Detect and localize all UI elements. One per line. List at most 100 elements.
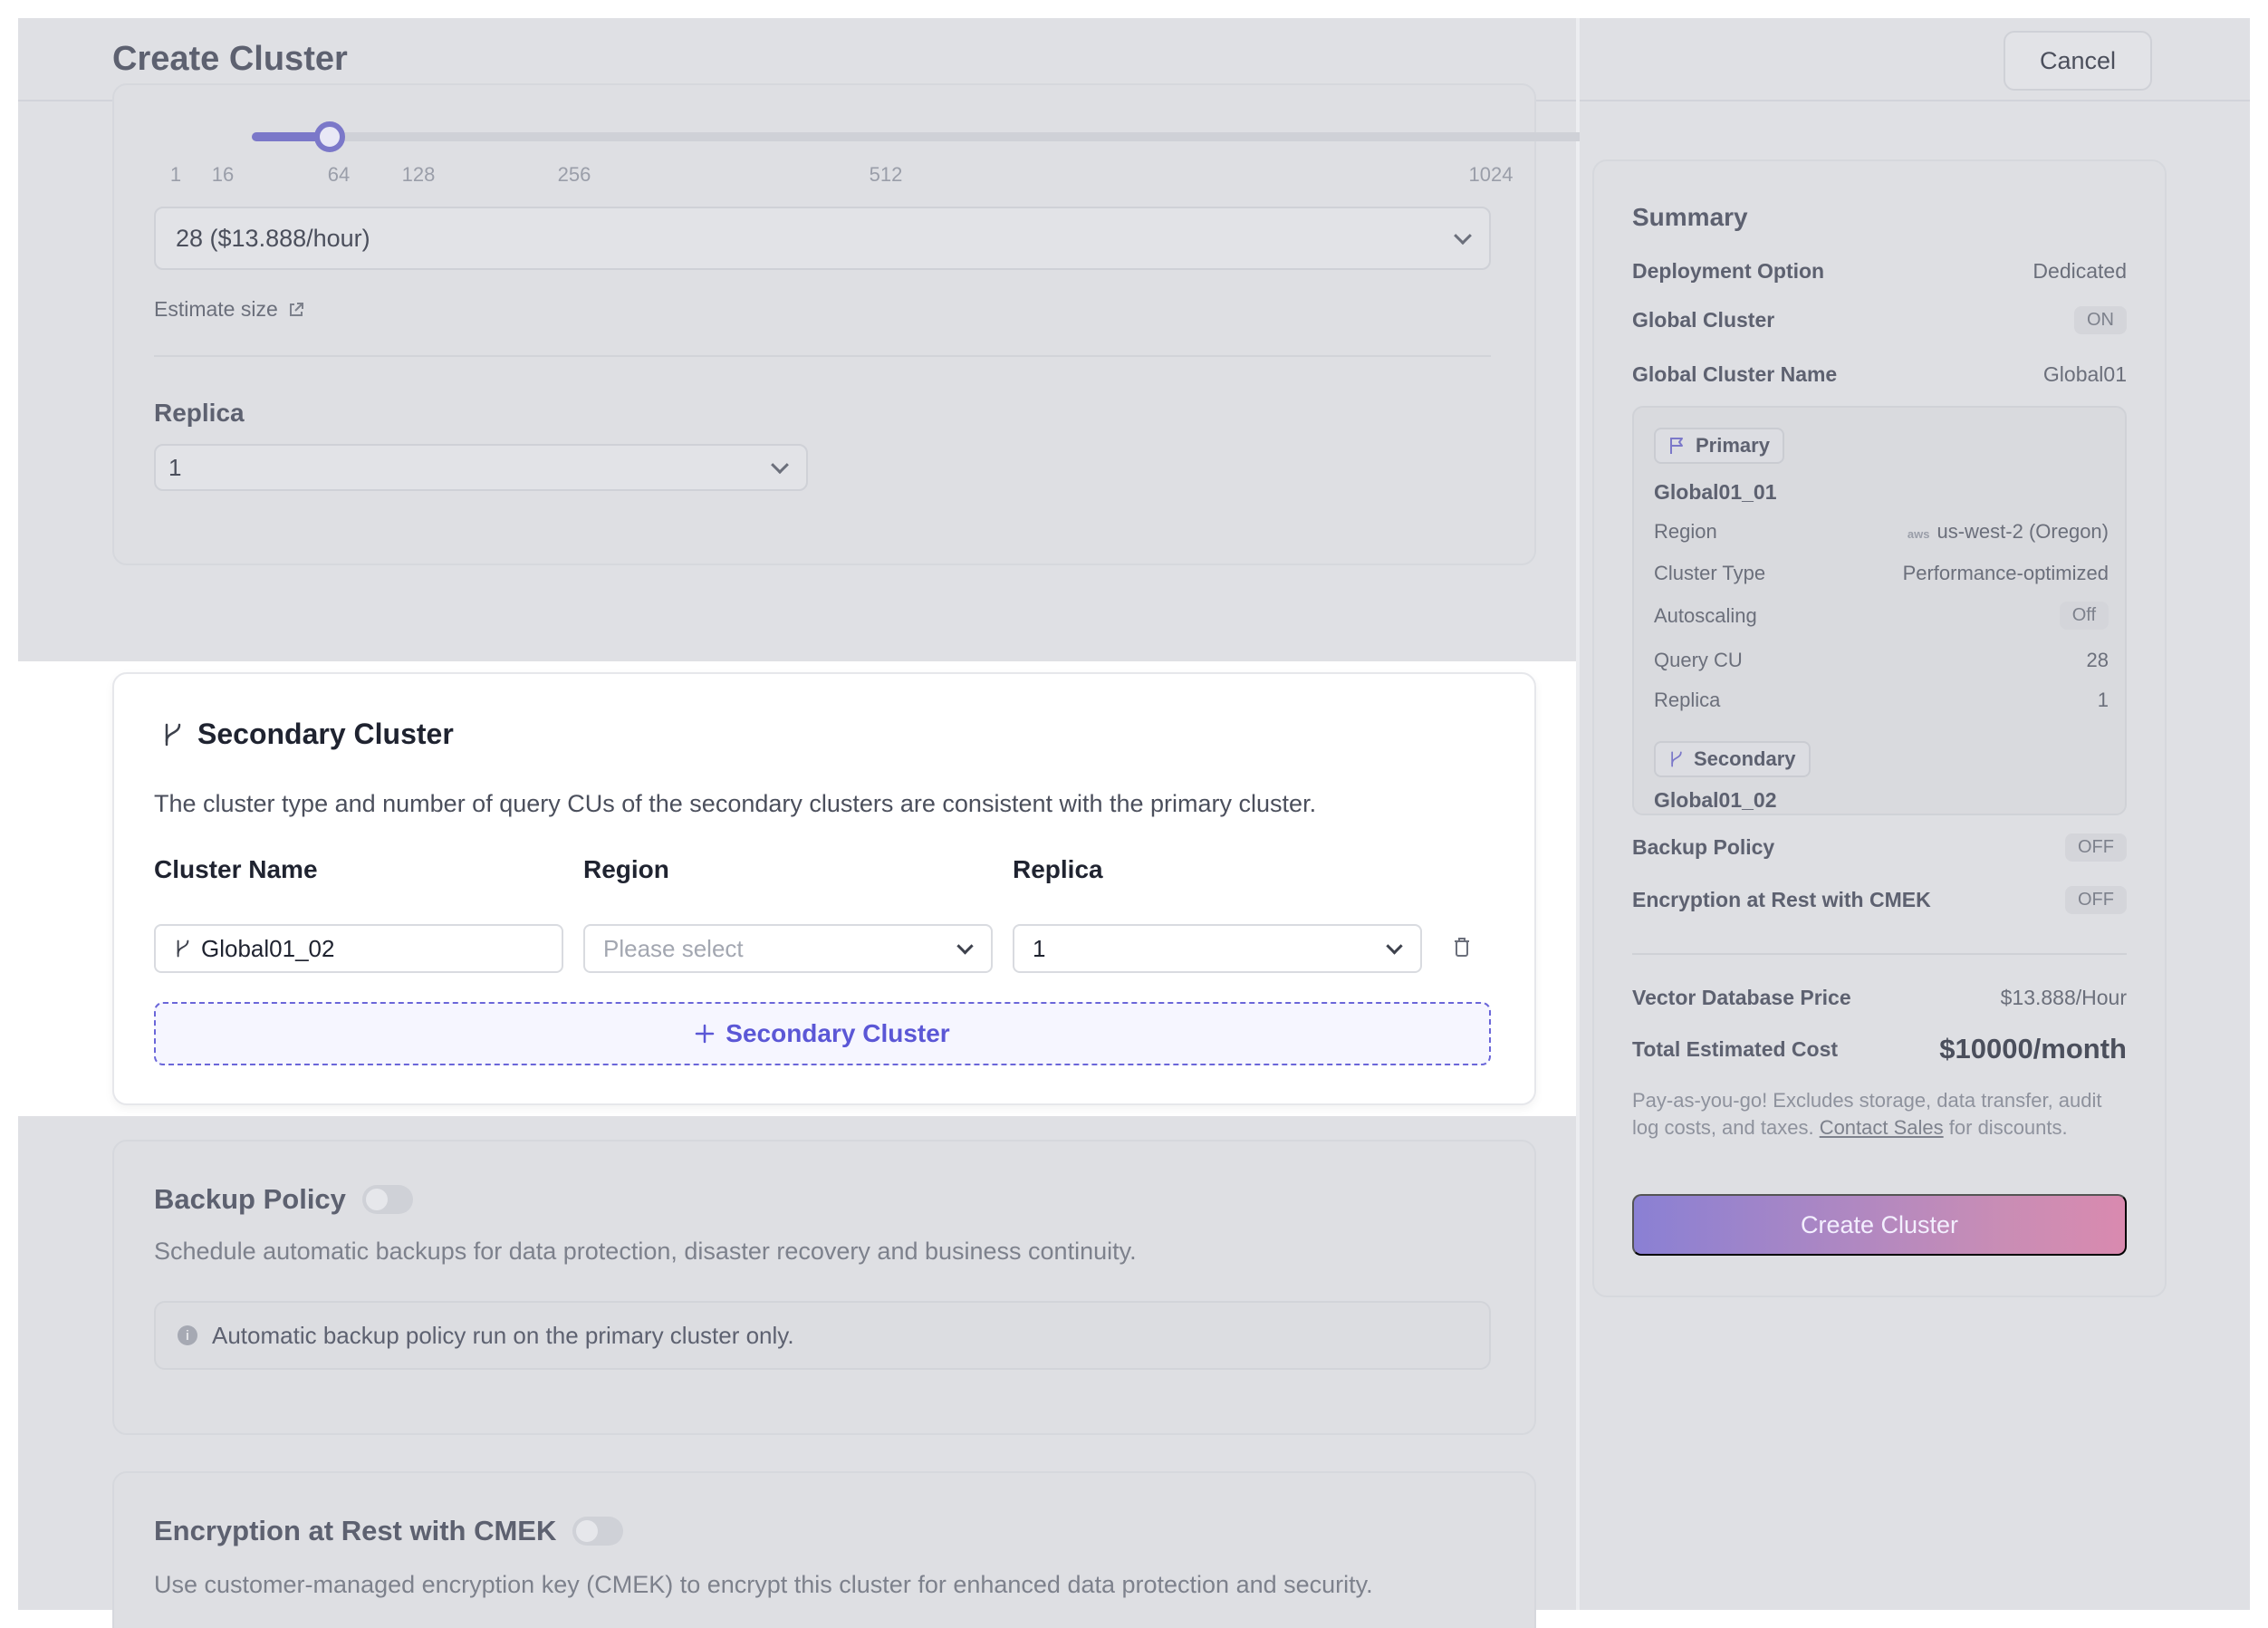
backup-policy-title-text: Backup Policy bbox=[154, 1183, 346, 1215]
backup-policy-card: Backup Policy Schedule automatic backups… bbox=[112, 1140, 1536, 1435]
contact-sales-link[interactable]: Contact Sales bbox=[1820, 1116, 1944, 1139]
summary-title: Summary bbox=[1632, 203, 1748, 231]
cluster-type-label: Cluster Type bbox=[1654, 562, 1766, 584]
deployment-option-label: Deployment Option bbox=[1632, 259, 1825, 283]
summary-column: Summary Deployment Option Dedicated Glob… bbox=[1580, 101, 2250, 1610]
slider-tick: 128 bbox=[401, 163, 436, 186]
query-cu-card: 1 16 64 128 256 512 1024 28 ($13.888/hou… bbox=[112, 83, 1589, 565]
trash-icon[interactable] bbox=[1453, 937, 1471, 958]
summary-row-deployment: Deployment Option Dedicated bbox=[1632, 259, 2127, 284]
global-cluster-badge: ON bbox=[2074, 306, 2127, 334]
page-title: Create Cluster bbox=[112, 40, 348, 78]
plus-icon bbox=[696, 1024, 715, 1044]
column-header-region: Region bbox=[583, 855, 669, 883]
primary-tag-label: Primary bbox=[1696, 434, 1770, 457]
summary-row-total: Total Estimated Cost $10000/month bbox=[1632, 1033, 2127, 1065]
secondary-cluster-name-input[interactable]: Global01_02 bbox=[154, 924, 563, 973]
backup-policy-badge: OFF bbox=[2065, 833, 2127, 862]
total-cost-label: Total Estimated Cost bbox=[1632, 1036, 1839, 1061]
flag-icon bbox=[1670, 438, 1683, 454]
cancel-button[interactable]: Cancel bbox=[2004, 31, 2152, 91]
secondary-cluster-name-value: Global01_02 bbox=[201, 934, 335, 962]
estimate-size-label: Estimate size bbox=[154, 297, 278, 321]
autoscaling-label: Autoscaling bbox=[1654, 603, 1757, 627]
config-column: 1 16 64 128 256 512 1024 28 ($13.888/hou… bbox=[18, 83, 1589, 1628]
replica-label: Replica bbox=[154, 399, 245, 427]
price-value: $13.888/Hour bbox=[2000, 986, 2127, 1009]
pricing-note-tail: for discounts. bbox=[1948, 1116, 2068, 1139]
secondary-tag-label: Secondary bbox=[1694, 747, 1796, 770]
global-cluster-label: Global Cluster bbox=[1632, 308, 1775, 332]
chevron-down-icon bbox=[956, 938, 974, 955]
secondary-replica-select[interactable]: 1 bbox=[1013, 924, 1422, 973]
primary-row-cluster-type: Cluster Type Performance-optimized bbox=[1654, 562, 2109, 585]
summary-row-price: Vector Database Price $13.888/Hour bbox=[1632, 986, 2127, 1010]
query-cu-select-value: 28 ($13.888/hour) bbox=[176, 224, 370, 252]
secondary-replica-value: 1 bbox=[1033, 934, 1046, 962]
modal-frame: Create Cluster Cancel 1 16 64 128 256 51… bbox=[18, 18, 2250, 1628]
secondary-cluster-title: Secondary Cluster bbox=[161, 718, 454, 751]
backup-note-text: Automatic backup policy run on the prima… bbox=[212, 1321, 794, 1349]
branch-icon bbox=[1671, 751, 1682, 767]
secondary-region-select[interactable]: Please select bbox=[583, 924, 993, 973]
add-secondary-cluster-label: Secondary Cluster bbox=[726, 1019, 950, 1047]
create-cluster-button[interactable]: Create Cluster bbox=[1632, 1194, 2127, 1256]
slider-thumb[interactable] bbox=[314, 121, 346, 152]
encryption-description: Use customer-managed encryption key (CME… bbox=[154, 1571, 1373, 1598]
encryption-badge: OFF bbox=[2065, 886, 2127, 914]
estimate-size-link[interactable]: Estimate size bbox=[154, 297, 305, 322]
region-label: Region bbox=[1654, 520, 1717, 543]
highlight-band: Secondary Cluster The cluster type and n… bbox=[18, 661, 1576, 1116]
query-cu-value: 28 bbox=[2086, 649, 2109, 671]
primary-tag: Primary bbox=[1654, 428, 1784, 464]
summary-row-global-cluster-name: Global Cluster Name Global01 bbox=[1632, 362, 2127, 387]
slider-tick: 1 bbox=[169, 163, 182, 186]
secondary-cluster-name: Global01_02 bbox=[1654, 788, 1777, 812]
replica-value: 1 bbox=[2097, 689, 2109, 711]
secondary-tag: Secondary bbox=[1654, 741, 1811, 777]
summary-row-global-cluster: Global Cluster ON bbox=[1632, 306, 2127, 334]
replica-label: Replica bbox=[1654, 689, 1721, 711]
backup-policy-description: Schedule automatic backups for data prot… bbox=[154, 1238, 1137, 1265]
slider-tick: 512 bbox=[869, 163, 903, 186]
backup-policy-title: Backup Policy bbox=[154, 1183, 413, 1216]
aws-logo-icon: aws bbox=[1907, 527, 1930, 541]
region-placeholder: Please select bbox=[603, 934, 744, 962]
global-cluster-name-label: Global Cluster Name bbox=[1632, 362, 1838, 386]
encryption-label: Encryption at Rest with CMEK bbox=[1632, 888, 1931, 911]
cluster-details-panel: Primary Global01_01 Region aws us-west-2 … bbox=[1632, 406, 2127, 815]
summary-panel: Summary Deployment Option Dedicated Glob… bbox=[1592, 159, 2167, 1297]
primary-row-region: Region aws us-west-2 (Oregon) bbox=[1654, 520, 2109, 544]
slider-tick: 256 bbox=[557, 163, 591, 186]
query-cu-slider[interactable] bbox=[252, 121, 1589, 152]
column-header-cluster-name: Cluster Name bbox=[154, 855, 318, 883]
encryption-card: Encryption at Rest with CMEK Use custome… bbox=[112, 1471, 1536, 1628]
primary-row-autoscaling: Autoscaling Off bbox=[1654, 602, 2109, 630]
backup-policy-toggle[interactable] bbox=[361, 1185, 413, 1214]
column-header-replica: Replica bbox=[1013, 855, 1103, 883]
add-secondary-cluster-button[interactable]: Secondary Cluster bbox=[154, 1002, 1491, 1065]
divider bbox=[154, 355, 1491, 357]
slider-tick: 16 bbox=[211, 163, 235, 186]
primary-cluster-name: Global01_01 bbox=[1654, 480, 1777, 504]
chevron-down-icon bbox=[1454, 226, 1472, 246]
branch-icon bbox=[177, 939, 189, 958]
header-divider bbox=[1576, 18, 1580, 101]
primary-row-query-cu: Query CU 28 bbox=[1654, 649, 2109, 672]
autoscaling-badge: Off bbox=[2059, 602, 2109, 630]
backup-policy-label: Backup Policy bbox=[1632, 835, 1775, 859]
query-cu-select[interactable]: 28 ($13.888/hour) bbox=[154, 207, 1491, 270]
external-link-icon bbox=[289, 302, 303, 316]
secondary-cluster-card: Secondary Cluster The cluster type and n… bbox=[112, 672, 1536, 1105]
price-label: Vector Database Price bbox=[1632, 986, 1851, 1009]
region-value-wrap: aws us-west-2 (Oregon) bbox=[1908, 520, 2109, 544]
total-cost-value: $10000/month bbox=[1939, 1033, 2127, 1064]
replica-select[interactable]: 1 bbox=[154, 444, 808, 491]
replica-select-value: 1 bbox=[168, 453, 182, 481]
primary-row-replica: Replica 1 bbox=[1654, 689, 2109, 712]
deployment-option-value: Dedicated bbox=[2033, 259, 2127, 283]
encryption-toggle[interactable] bbox=[572, 1517, 624, 1546]
pricing-note: Pay-as-you-go! Excludes storage, data tr… bbox=[1632, 1087, 2127, 1142]
region-value: us-west-2 (Oregon) bbox=[1936, 520, 2109, 543]
secondary-cluster-title-text: Secondary Cluster bbox=[197, 718, 454, 750]
